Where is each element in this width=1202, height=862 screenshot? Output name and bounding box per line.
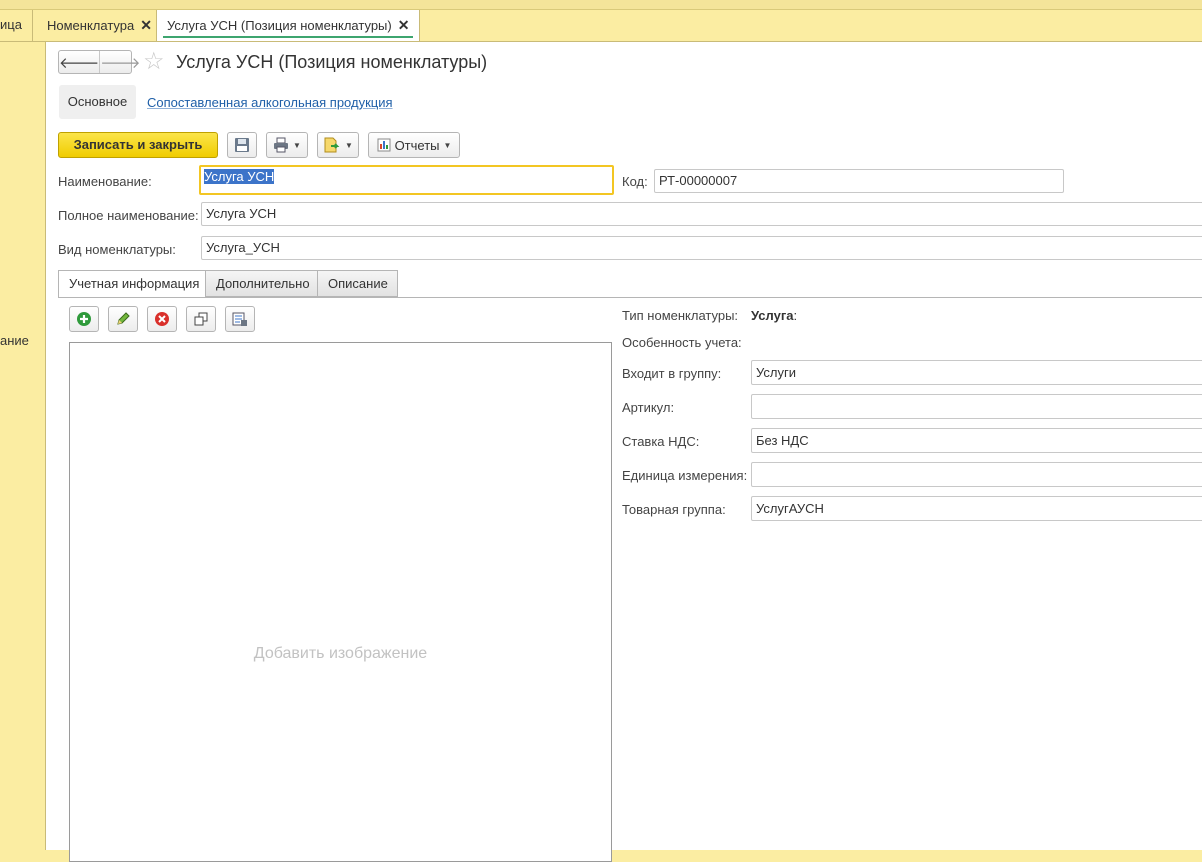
document-arrow-icon bbox=[324, 137, 340, 153]
reports-label: Отчеты bbox=[394, 137, 440, 153]
kind-field[interactable]: Услуга_УСН bbox=[201, 236, 1202, 260]
save-button[interactable] bbox=[227, 132, 257, 158]
window-tab-label: Номенклатура bbox=[47, 18, 135, 33]
copy-icon bbox=[194, 312, 208, 326]
delete-image-button[interactable] bbox=[147, 306, 177, 332]
type-label: Тип номенклатуры: bbox=[622, 308, 739, 323]
properties-icon bbox=[232, 312, 247, 326]
window-tab-label: Услуга УСН (Позиция номенклатуры) bbox=[167, 18, 392, 33]
close-icon[interactable]: ✕ bbox=[398, 17, 410, 33]
image-properties-button[interactable] bbox=[225, 306, 255, 332]
add-image-button[interactable] bbox=[69, 306, 99, 332]
window-tab-label: ица bbox=[0, 17, 22, 32]
code-field[interactable]: РТ-00000007 bbox=[654, 169, 1064, 193]
tab-description[interactable]: Описание bbox=[317, 270, 398, 297]
kind-label: Вид номенклатуры: bbox=[58, 242, 176, 257]
add-icon bbox=[77, 312, 91, 326]
active-tab-underline bbox=[163, 36, 414, 38]
vat-field[interactable]: Без НДС bbox=[751, 428, 1202, 453]
window-tab-nomenclature[interactable]: Номенклатура ✕ bbox=[37, 10, 163, 41]
floppy-disk-icon bbox=[235, 138, 249, 152]
arrow-right-icon: 🡒 bbox=[100, 54, 141, 72]
arrow-left-icon: 🡐 bbox=[59, 54, 100, 72]
edit-image-button[interactable] bbox=[108, 306, 138, 332]
name-label: Наименование: bbox=[58, 174, 152, 189]
form-area: 🡐 🡒 ☆ Услуга УСН (Позиция номенклатуры) … bbox=[46, 42, 1202, 862]
forward-button[interactable]: 🡒 bbox=[99, 51, 140, 73]
chevron-down-icon: ▼ bbox=[293, 140, 301, 150]
create-based-on-button[interactable]: ▼ bbox=[317, 132, 359, 158]
edit-pencil-icon bbox=[117, 312, 130, 325]
sidebar-item-partial[interactable]: ание bbox=[0, 333, 29, 348]
unit-field[interactable] bbox=[751, 462, 1202, 487]
tab-alcohol-products-link[interactable]: Сопоставленная алкогольная продукция bbox=[147, 95, 393, 110]
feature-label: Особенность учета: bbox=[622, 335, 742, 350]
code-label: Код: bbox=[622, 174, 648, 189]
report-icon bbox=[377, 138, 391, 152]
article-field[interactable] bbox=[751, 394, 1202, 419]
copy-image-button[interactable] bbox=[186, 306, 216, 332]
goods-group-field[interactable]: УслугАУСН bbox=[751, 496, 1202, 521]
page-title: Услуга УСН (Позиция номенклатуры) bbox=[176, 52, 488, 72]
name-field[interactable]: Услуга УСН bbox=[199, 165, 614, 195]
name-value: Услуга УСН bbox=[204, 169, 275, 184]
print-button[interactable]: ▼ bbox=[266, 132, 308, 158]
back-button[interactable]: 🡐 bbox=[59, 51, 99, 73]
reports-button[interactable]: Отчеты ▼ bbox=[368, 132, 460, 158]
top-strip bbox=[0, 0, 1202, 10]
window-tab-service-usn[interactable]: Услуга УСН (Позиция номенклатуры) ✕ bbox=[156, 10, 421, 41]
tab-accounting-info[interactable]: Учетная информация bbox=[58, 270, 206, 298]
article-label: Артикул: bbox=[622, 400, 675, 415]
chevron-down-icon: ▼ bbox=[443, 140, 452, 150]
type-value: Услуга: bbox=[751, 308, 798, 323]
unit-label: Единица измерения: bbox=[622, 468, 748, 483]
goods-group-label: Товарная группа: bbox=[622, 502, 726, 517]
type-value-text: Услуга bbox=[751, 308, 794, 323]
window-tab-partial[interactable]: ица bbox=[0, 10, 33, 41]
full-name-label: Полное наименование: bbox=[58, 208, 199, 223]
printer-icon bbox=[274, 137, 289, 153]
group-field[interactable]: Услуги bbox=[751, 360, 1202, 385]
tab-additional[interactable]: Дополнительно bbox=[205, 270, 318, 297]
full-name-field[interactable]: Услуга УСН bbox=[201, 202, 1202, 226]
tab-divider bbox=[58, 297, 1202, 298]
star-icon[interactable]: ☆ bbox=[143, 49, 165, 75]
group-label: Входит в группу: bbox=[622, 366, 722, 381]
navigation-buttons: 🡐 🡒 bbox=[58, 50, 140, 74]
chevron-down-icon: ▼ bbox=[345, 140, 353, 150]
section-sidebar: ание bbox=[0, 42, 46, 850]
add-image-placeholder[interactable]: Добавить изображение bbox=[70, 645, 611, 663]
tab-main[interactable]: Основное bbox=[59, 85, 136, 119]
vat-label: Ставка НДС: bbox=[622, 434, 700, 449]
delete-icon bbox=[155, 312, 169, 326]
window-tab-bar: ица Номенклатура ✕ Услуга УСН (Позиция но… bbox=[0, 10, 1202, 42]
save-and-close-button[interactable]: Записать и закрыть bbox=[58, 132, 218, 158]
image-area[interactable]: Добавить изображение bbox=[69, 342, 612, 862]
close-icon[interactable]: ✕ bbox=[140, 17, 152, 33]
